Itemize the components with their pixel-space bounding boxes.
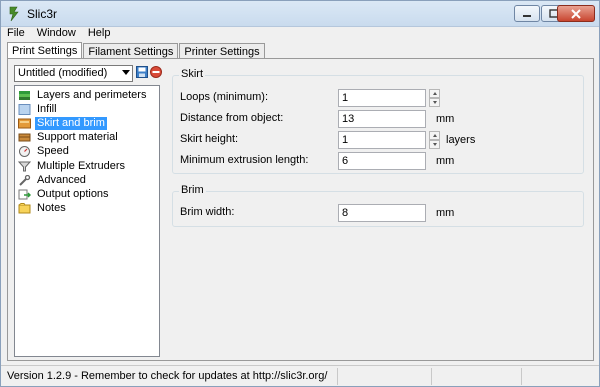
brim-group: Brim Brim width: 8 mm xyxy=(172,184,584,227)
category-item-layers[interactable]: Layers and perimeters xyxy=(15,88,159,102)
category-label: Support material xyxy=(37,131,118,144)
loops-input[interactable]: 1 xyxy=(338,89,426,107)
distance-row: Distance from object: 13 mm xyxy=(180,110,580,128)
loops-row: Loops (minimum): 1 xyxy=(180,89,580,107)
wrench-icon xyxy=(18,174,31,186)
menu-file[interactable]: File xyxy=(7,27,25,41)
category-label: Layers and perimeters xyxy=(37,88,147,101)
stepper-up-icon[interactable] xyxy=(429,89,440,98)
min-extrusion-input[interactable]: 6 xyxy=(338,152,426,170)
loops-label: Loops (minimum): xyxy=(180,91,269,103)
status-divider xyxy=(431,368,432,385)
stepper-up-icon[interactable] xyxy=(429,131,440,140)
skirt-height-unit: layers xyxy=(446,134,476,146)
status-text: Version 1.2.9 - Remember to check for up… xyxy=(7,370,328,382)
tab-filament-settings[interactable]: Filament Settings xyxy=(83,43,179,59)
distance-unit: mm xyxy=(436,113,455,125)
brim-width-input[interactable]: 8 xyxy=(338,204,426,222)
title-bar: Slic3r xyxy=(1,1,599,27)
delete-preset-icon[interactable] xyxy=(150,66,162,78)
category-label: Skirt and brim xyxy=(35,116,107,130)
infill-icon xyxy=(18,103,31,115)
brim-width-row: Brim width: 8 mm xyxy=(180,204,580,222)
menu-window[interactable]: Window xyxy=(37,27,76,41)
minimize-icon xyxy=(523,14,531,17)
category-item-speed[interactable]: Speed xyxy=(15,145,159,159)
category-item-skirt-and-brim[interactable]: Skirt and brim xyxy=(15,116,159,130)
category-item-infill[interactable]: Infill xyxy=(15,102,159,116)
status-divider xyxy=(337,368,338,385)
status-bar: Version 1.2.9 - Remember to check for up… xyxy=(1,365,599,386)
brim-width-label: Brim width: xyxy=(180,206,235,218)
stepper-down-icon[interactable] xyxy=(429,98,440,107)
app-window: Slic3r File Window Help Print Settings F… xyxy=(0,0,600,387)
window-title: Slic3r xyxy=(27,7,58,21)
slic3r-logo-icon xyxy=(9,6,19,22)
menu-bar: File Window Help xyxy=(1,27,599,41)
loops-stepper[interactable] xyxy=(429,89,440,107)
skirt-height-stepper[interactable] xyxy=(429,131,440,149)
tab-print-settings[interactable]: Print Settings xyxy=(7,42,83,59)
output-icon xyxy=(18,189,31,200)
skirt-icon xyxy=(18,118,31,129)
skirt-height-row: Skirt height: 1 layers xyxy=(180,131,580,149)
preset-dropdown[interactable]: Untitled (modified) xyxy=(14,65,133,82)
skirt-group-title: Skirt xyxy=(179,68,205,80)
minimize-button[interactable] xyxy=(514,5,540,22)
tab-printer-settings[interactable]: Printer Settings xyxy=(179,43,265,59)
category-label: Advanced xyxy=(37,173,86,186)
distance-input[interactable]: 13 xyxy=(338,110,426,128)
category-item-advanced[interactable]: Advanced xyxy=(15,173,159,187)
close-button[interactable] xyxy=(557,5,595,22)
category-item-output-options[interactable]: Output options xyxy=(15,187,159,201)
settings-tabs: Print Settings Filament Settings Printer… xyxy=(7,42,266,59)
funnel-icon xyxy=(18,161,31,172)
category-item-support-material[interactable]: Support material xyxy=(15,131,159,145)
preset-selected-value: Untitled (modified) xyxy=(18,67,108,79)
layers-icon xyxy=(18,90,31,101)
category-label: Multiple Extruders xyxy=(37,159,126,172)
chevron-down-icon xyxy=(122,70,130,75)
skirt-height-label: Skirt height: xyxy=(180,133,239,145)
print-settings-panel: Untitled (modified) Layers and perimeter… xyxy=(7,58,594,361)
distance-label: Distance from object: xyxy=(180,112,284,124)
notes-icon xyxy=(18,203,31,214)
stepper-down-icon[interactable] xyxy=(429,140,440,149)
close-icon xyxy=(571,8,581,19)
brim-group-title: Brim xyxy=(179,184,206,196)
category-label: Infill xyxy=(37,102,57,115)
support-icon xyxy=(18,132,31,143)
category-label: Notes xyxy=(37,202,66,215)
speed-icon xyxy=(18,146,31,158)
skirt-group: Skirt Loops (minimum): 1 Distance from o… xyxy=(172,68,584,174)
min-extrusion-label: Minimum extrusion length: xyxy=(180,154,309,166)
brim-width-unit: mm xyxy=(436,207,455,219)
min-extrusion-unit: mm xyxy=(436,155,455,167)
category-item-multiple-extruders[interactable]: Multiple Extruders xyxy=(15,159,159,173)
min-extrusion-row: Minimum extrusion length: 6 mm xyxy=(180,152,580,170)
category-label: Output options xyxy=(37,187,109,200)
category-item-notes[interactable]: Notes xyxy=(15,202,159,216)
category-label: Speed xyxy=(37,145,69,158)
skirt-height-input[interactable]: 1 xyxy=(338,131,426,149)
status-divider xyxy=(521,368,522,385)
category-list[interactable]: Layers and perimeters Infill Skirt and b… xyxy=(14,85,160,357)
save-preset-icon[interactable] xyxy=(136,66,148,78)
menu-help[interactable]: Help xyxy=(88,27,111,41)
